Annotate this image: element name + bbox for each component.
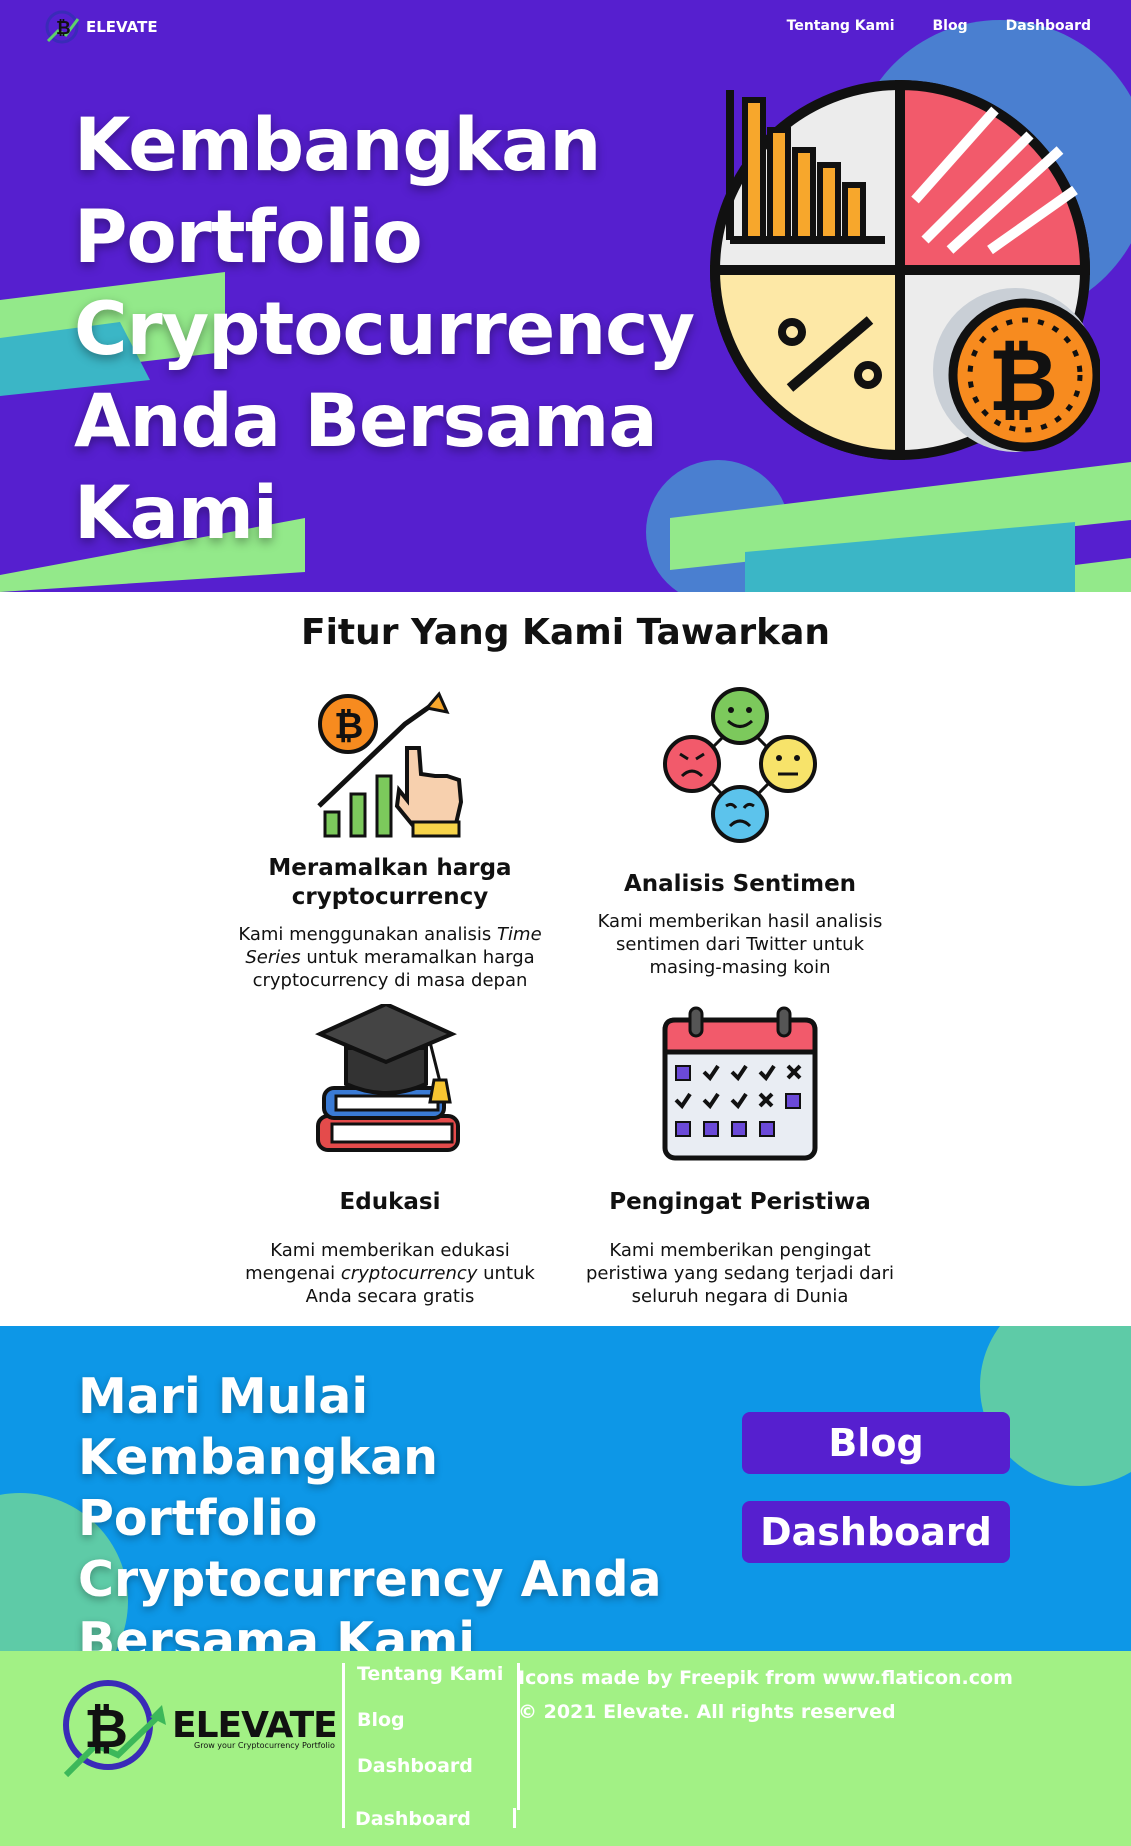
bitcoin-logo-icon: ₿ [45,10,80,44]
svg-text:₿: ₿ [56,18,71,39]
footer-link-blog[interactable]: Blog [357,1709,503,1731]
feature-education-desc: Kami memberikan edukasi mengenai cryptoc… [245,1240,535,1307]
hero-title: Kembangkan Portfolio Cryptocurrency Anda… [74,103,695,556]
nav-link-dashboard[interactable]: Dashboard [1006,18,1091,34]
feature-event-reminder-desc: Kami memberikan pengingat peristiwa yang… [585,1240,895,1307]
features-title: Fitur Yang Kami Tawarkan [301,612,830,653]
nav-brand: ELEVATE [86,18,158,36]
cta-dashboard-button[interactable]: Dashboard [742,1501,1010,1563]
hero-section: ₿ ELEVATE Tentang Kami Blog Dashboard Ke… [0,0,1131,592]
footer-copyright: © 2021 Elevate. All rights reserved [518,1701,896,1723]
cta-title: Mari Mulai Kembangkan Portfolio Cryptocu… [78,1368,662,1651]
footer: ₿ ELEVATE Grow your Cryptocurrency Portf… [0,1651,1131,1846]
footer-icon-credit[interactable]: Icons made by Freepik from www.flaticon.… [518,1667,1013,1689]
cta-blog-button[interactable]: Blog [742,1412,1010,1474]
footer-brand: ELEVATE [172,1705,338,1746]
footer-extra-links: Dashboard [342,1808,516,1830]
feature-event-reminder-title: Pengingat Peristiwa [609,1189,871,1215]
nav-link-tentang-kami[interactable]: Tentang Kami [787,18,895,34]
feature-forecast-title: Meramalkan harga cryptocurrency [268,855,512,910]
feature-education: Edukasi Kami memberikan edukasi mengenai… [230,1188,550,1308]
feature-event-reminder: Pengingat Peristiwa Kami memberikan peng… [580,1188,900,1308]
cta-section: Mari Mulai Kembangkan Portfolio Cryptocu… [0,1326,1131,1651]
footer-link-dashboard[interactable]: Dashboard [357,1755,503,1777]
footer-credits: Icons made by Freepik from www.flaticon.… [518,1667,1013,1735]
svg-text:₿: ₿ [84,1697,128,1760]
svg-text:₿: ₿ [334,706,363,747]
feature-forecast-desc: Kami menggunakan analisis Time Series un… [238,924,542,991]
bitcoin-logo-icon: ₿ [63,1680,166,1778]
feature-sentiment-desc: Kami memberikan hasil analisis sentimen … [597,911,883,978]
pie-chart-bitcoin-illustration: ₿ [709,79,1100,461]
svg-text:₿: ₿ [988,331,1058,431]
footer-link-dashboard-duplicate[interactable]: Dashboard [355,1808,471,1830]
feature-education-title: Edukasi [339,1189,441,1215]
footer-links: Tentang Kami Blog Dashboard [342,1663,521,1810]
price-growth-chart-icon: ₿ [317,691,464,838]
feature-forecast: Meramalkan harga cryptocurrency Kami men… [230,854,550,992]
nav-link-blog[interactable]: Blog [933,18,968,34]
nav-logo[interactable]: ₿ ELEVATE [44,9,158,45]
sentiment-faces-icon [663,687,817,843]
footer-tagline: Grow your Cryptocurrency Portfolio [194,1741,335,1750]
top-nav: Tentang Kami Blog Dashboard [787,18,1091,34]
features-section: Fitur Yang Kami Tawarkan ₿ Meramalkan ha… [0,592,1131,1326]
calendar-icon [662,1006,818,1161]
feature-sentiment-title: Analisis Sentimen [623,871,857,897]
graduation-books-icon [315,1004,460,1152]
footer-link-tentang-kami[interactable]: Tentang Kami [357,1663,503,1685]
feature-sentiment: Analisis Sentimen Kami memberikan hasil … [580,870,900,979]
